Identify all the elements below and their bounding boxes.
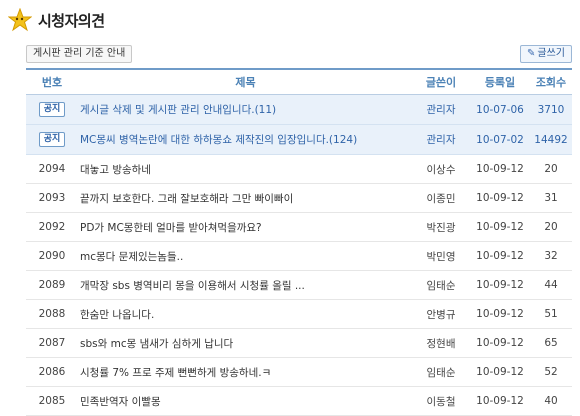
post-writer: 이상수	[412, 154, 470, 184]
table-row[interactable]: 2089 개막장 sbs 병역비리 몽을 이용해서 시청률 올릴 ... 임태순…	[26, 270, 572, 300]
post-title-link[interactable]: sbs와 mc몽 냄새가 심하게 납니다	[78, 328, 412, 358]
post-views: 65	[530, 328, 572, 358]
notice-date: 10-07-02	[470, 124, 530, 155]
post-views: 44	[530, 270, 572, 300]
post-writer: 임태순	[412, 270, 470, 300]
table-row[interactable]: 2088 한숨만 나옵니다. 안병규 10-09-12 51	[26, 299, 572, 329]
post-writer: 임태순	[412, 357, 470, 387]
table-row[interactable]: 2093 끝까지 보호한다. 그래 잘보호해라 그만 빠이빠이 이종민 10-0…	[26, 183, 572, 213]
post-views: 31	[530, 183, 572, 213]
post-title-link[interactable]: mc몽다 문제있는놈들..	[78, 241, 412, 271]
post-date: 10-09-12	[470, 241, 530, 271]
post-date: 10-09-12	[470, 183, 530, 213]
write-button[interactable]: ✎ 글쓰기	[520, 45, 572, 63]
column-header-title[interactable]: 제목	[78, 68, 412, 95]
star-icon	[8, 8, 32, 32]
post-writer: 박민영	[412, 241, 470, 271]
column-header-writer[interactable]: 글쓴이	[412, 68, 470, 95]
post-title-link[interactable]: 끝까지 보호한다. 그래 잘보호해라 그만 빠이빠이	[78, 183, 412, 213]
post-title-link[interactable]: PD가 MC몽한테 얼마를 받아쳐먹을까요?	[78, 212, 412, 242]
notice-title-link[interactable]: MC몽씨 병역논란에 대한 하하몽쇼 제작진의 입장입니다.(124)	[78, 124, 412, 155]
post-date: 10-09-12	[470, 212, 530, 242]
notice-badge: 공지	[38, 102, 66, 117]
post-number: 2092	[26, 212, 78, 242]
post-title-link[interactable]: 개막장 sbs 병역비리 몽을 이용해서 시청률 올릴 ...	[78, 270, 412, 300]
post-writer: 안병규	[412, 299, 470, 329]
write-label: 글쓰기	[537, 48, 565, 59]
post-writer: 이종민	[412, 183, 470, 213]
board-header: 시청자의견	[8, 6, 105, 34]
board-guide-button[interactable]: 게시판 관리 기준 안내	[26, 45, 133, 63]
post-date: 10-09-12	[470, 328, 530, 358]
post-number: 2087	[26, 328, 78, 358]
table-row[interactable]: 2094 대놓고 방송하네 이상수 10-09-12 20	[26, 154, 572, 184]
page-title: 시청자의견	[38, 11, 105, 30]
post-views: 32	[530, 241, 572, 271]
post-number: 2088	[26, 299, 78, 329]
post-views: 40	[530, 386, 572, 416]
pencil-icon: ✎	[527, 48, 536, 59]
board-guide-label: 게시판 관리 기준 안내	[33, 48, 126, 59]
post-date: 10-09-12	[470, 154, 530, 184]
post-number: 2089	[26, 270, 78, 300]
notice-date: 10-07-06	[470, 94, 530, 125]
post-date: 10-09-12	[470, 299, 530, 329]
table-row[interactable]: 2090 mc몽다 문제있는놈들.. 박민영 10-09-12 32	[26, 241, 572, 271]
post-title-link[interactable]: 대놓고 방송하네	[78, 154, 412, 184]
post-title-link[interactable]: 한숨만 나옵니다.	[78, 299, 412, 329]
post-views: 52	[530, 357, 572, 387]
notice-views: 3710	[530, 94, 572, 125]
column-header-no[interactable]: 번호	[26, 68, 78, 95]
notice-badge: 공지	[38, 132, 66, 147]
post-number: 2090	[26, 241, 78, 271]
post-table: 번호 제목 글쓴이 등록일 조회수 공지 게시글 삭제 및 게시판 관리 안내입…	[26, 68, 572, 416]
post-writer: 정현배	[412, 328, 470, 358]
column-header-date[interactable]: 등록일	[470, 68, 530, 95]
column-header-views[interactable]: 조회수	[530, 68, 572, 95]
post-date: 10-09-12	[470, 270, 530, 300]
notice-title-link[interactable]: 게시글 삭제 및 게시판 관리 안내입니다.(11)	[78, 94, 412, 125]
notice-writer: 관리자	[412, 124, 470, 155]
post-number: 2093	[26, 183, 78, 213]
post-date: 10-09-12	[470, 357, 530, 387]
table-row[interactable]: 2087 sbs와 mc몽 냄새가 심하게 납니다 정현배 10-09-12 6…	[26, 328, 572, 358]
post-views: 51	[530, 299, 572, 329]
table-row[interactable]: 2085 민족반역자 이빨몽 이동철 10-09-12 40	[26, 386, 572, 416]
post-date: 10-09-12	[470, 386, 530, 416]
post-views: 20	[530, 212, 572, 242]
post-writer: 이동철	[412, 386, 470, 416]
notice-views: 14492	[530, 124, 572, 155]
post-writer: 박진광	[412, 212, 470, 242]
post-number: 2086	[26, 357, 78, 387]
post-number: 2094	[26, 154, 78, 184]
table-row[interactable]: 2092 PD가 MC몽한테 얼마를 받아쳐먹을까요? 박진광 10-09-12…	[26, 212, 572, 242]
notice-writer: 관리자	[412, 94, 470, 125]
post-views: 20	[530, 154, 572, 184]
post-title-link[interactable]: 민족반역자 이빨몽	[78, 386, 412, 416]
notice-row[interactable]: 공지 게시글 삭제 및 게시판 관리 안내입니다.(11) 관리자 10-07-…	[26, 94, 572, 125]
post-title-link[interactable]: 시청률 7% 프로 주제 뻔뻔하게 방송하네.ㅋ	[78, 357, 412, 387]
table-row[interactable]: 2086 시청률 7% 프로 주제 뻔뻔하게 방송하네.ㅋ 임태순 10-09-…	[26, 357, 572, 387]
post-number: 2085	[26, 386, 78, 416]
notice-row[interactable]: 공지 MC몽씨 병역논란에 대한 하하몽쇼 제작진의 입장입니다.(124) 관…	[26, 124, 572, 155]
table-header-row: 번호 제목 글쓴이 등록일 조회수	[26, 68, 572, 95]
